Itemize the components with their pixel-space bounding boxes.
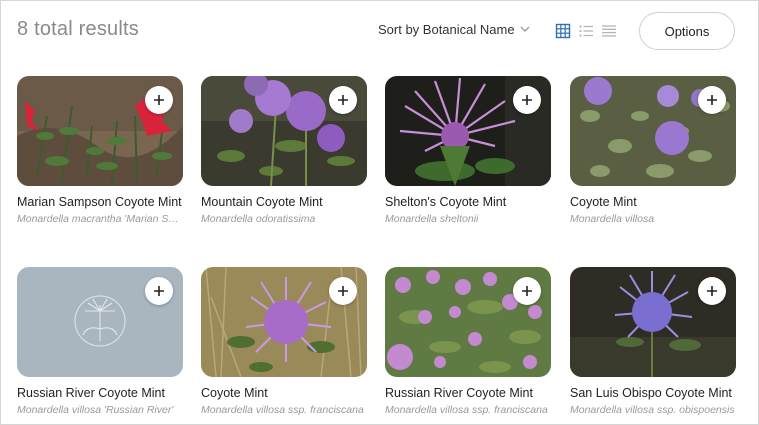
add-button[interactable] [698,86,726,114]
plant-botanical-name: Monardella odoratissima [201,213,316,225]
add-button[interactable] [513,86,541,114]
plant-photo[interactable] [570,76,736,186]
plant-card[interactable]: Russian River Coyote Mint Monardella vil… [385,267,551,424]
sort-label: Sort by Botanical Name [378,22,515,37]
plant-botanical-name: Monardella villosa ssp. franciscana [201,404,364,416]
plus-icon [707,286,717,296]
add-button[interactable] [145,86,173,114]
plant-results-panel: 8 total results Sort by Botanical Name O… [0,0,759,425]
grid-view-icon[interactable] [555,23,571,39]
plant-card[interactable]: Mountain Coyote Mint Monardella odoratis… [201,76,367,236]
plant-common-name[interactable]: Russian River Coyote Mint [385,386,551,400]
plant-placeholder-icon [74,295,126,347]
results-count: 8 total results [17,18,139,40]
plant-botanical-name: Monardella villosa 'Russian River' [17,404,174,416]
plant-botanical-name: Monardella villosa [570,213,655,225]
add-button[interactable] [329,277,357,305]
plant-common-name[interactable]: Coyote Mint [201,386,367,400]
plant-botanical-name: Monardella macrantha 'Marian Sampson' [17,213,183,225]
plant-card[interactable]: Coyote Mint Monardella villosa ssp. fran… [201,267,367,424]
options-button[interactable]: Options [639,12,735,50]
chevron-down-icon [520,26,530,32]
sort-dropdown[interactable]: Sort by Botanical Name [378,22,530,37]
plant-common-name[interactable]: Coyote Mint [570,195,736,209]
plant-card[interactable]: Russian River Coyote Mint Monardella vil… [17,267,183,424]
add-button[interactable] [329,86,357,114]
plus-icon [338,286,348,296]
plant-photo-placeholder[interactable] [17,267,183,377]
plus-icon [522,286,532,296]
plant-botanical-name: Monardella villosa ssp. obispoensis [570,404,735,416]
plant-card[interactable]: Coyote Mint Monardella villosa [570,76,736,236]
plus-icon [154,95,164,105]
add-button[interactable] [698,277,726,305]
plant-botanical-name: Monardella villosa ssp. franciscana [385,404,548,416]
plus-icon [707,95,717,105]
add-button[interactable] [513,277,541,305]
plant-common-name[interactable]: Mountain Coyote Mint [201,195,367,209]
plant-card[interactable]: Marian Sampson Coyote Mint Monardella ma… [17,76,183,236]
plant-photo[interactable] [570,267,736,377]
plant-card[interactable]: San Luis Obispo Coyote Mint Monardella v… [570,267,736,424]
plant-photo[interactable] [385,267,551,377]
plant-common-name[interactable]: Shelton's Coyote Mint [385,195,551,209]
plant-photo[interactable] [17,76,183,186]
plant-card[interactable]: Shelton's Coyote Mint Monardella shelton… [385,76,551,236]
plus-icon [154,286,164,296]
plus-icon [522,95,532,105]
plant-common-name[interactable]: Russian River Coyote Mint [17,386,183,400]
plant-photo[interactable] [201,76,367,186]
compact-list-icon[interactable] [601,23,617,39]
plant-common-name[interactable]: Marian Sampson Coyote Mint [17,195,183,209]
plant-photo[interactable] [201,267,367,377]
plant-common-name[interactable]: San Luis Obispo Coyote Mint [570,386,736,400]
add-button[interactable] [145,277,173,305]
plant-photo[interactable] [385,76,551,186]
list-view-icon[interactable] [578,23,594,39]
plus-icon [338,95,348,105]
plant-botanical-name: Monardella sheltonii [385,213,479,225]
